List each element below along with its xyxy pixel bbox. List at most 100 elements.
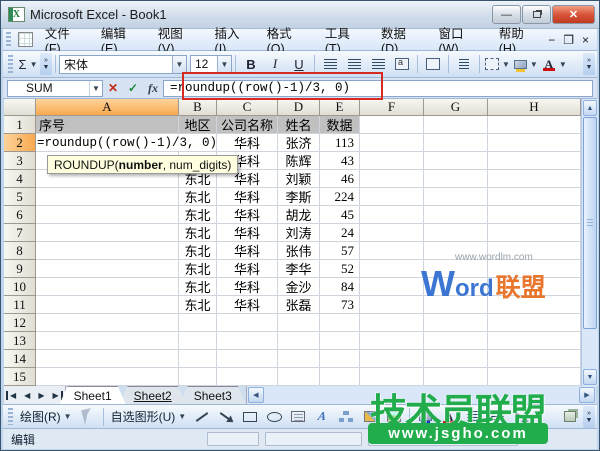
cell-G6[interactable] bbox=[424, 206, 488, 224]
cell-F8[interactable] bbox=[360, 242, 424, 260]
toolbar-options-button[interactable]: »▼ bbox=[583, 406, 595, 428]
column-header-B[interactable]: B bbox=[179, 99, 217, 116]
vertical-scrollbar[interactable]: ▲ ▼ bbox=[581, 99, 598, 386]
line-button[interactable] bbox=[191, 407, 213, 427]
align-right-button[interactable] bbox=[367, 54, 389, 74]
font-size-combo[interactable]: 12 ▼ bbox=[190, 55, 232, 74]
cell-F12[interactable] bbox=[360, 314, 424, 332]
cell-F5[interactable] bbox=[360, 188, 424, 206]
align-center-button[interactable] bbox=[343, 54, 365, 74]
cell-D4[interactable]: 刘颖 bbox=[278, 170, 320, 188]
sheet-tab-sheet1[interactable]: Sheet1 bbox=[60, 386, 126, 404]
row-header-3[interactable]: 3 bbox=[4, 152, 36, 170]
toolbar-options-button[interactable]: »▼ bbox=[583, 53, 595, 75]
cell-B15[interactable] bbox=[179, 368, 217, 386]
cell-B11[interactable]: 东北 bbox=[179, 296, 217, 314]
cancel-button[interactable]: ✕ bbox=[103, 80, 123, 97]
workbook-icon[interactable] bbox=[18, 32, 33, 47]
font-name-combo[interactable]: 宋体 ▼ bbox=[59, 55, 187, 74]
chevron-down-icon[interactable]: ▼ bbox=[217, 56, 231, 73]
cell-F7[interactable] bbox=[360, 224, 424, 242]
doc-minimize-button[interactable]: − bbox=[548, 33, 555, 47]
cell-E13[interactable] bbox=[320, 332, 360, 350]
cell-E7[interactable]: 24 bbox=[320, 224, 360, 242]
borders-button[interactable]: ▼ bbox=[484, 54, 511, 74]
align-left-button[interactable] bbox=[319, 54, 341, 74]
chevron-down-icon[interactable]: ▼ bbox=[530, 60, 538, 69]
cell-C12[interactable] bbox=[217, 314, 278, 332]
cell-D10[interactable]: 金沙 bbox=[278, 278, 320, 296]
cell-G1[interactable] bbox=[424, 116, 488, 134]
cell-H4[interactable] bbox=[488, 170, 581, 188]
cell-G13[interactable] bbox=[424, 332, 488, 350]
row-header-6[interactable]: 6 bbox=[4, 206, 36, 224]
cell-H1[interactable] bbox=[488, 116, 581, 134]
underline-button[interactable]: U bbox=[288, 54, 310, 74]
cell-E4[interactable]: 46 bbox=[320, 170, 360, 188]
row-header-12[interactable]: 12 bbox=[4, 314, 36, 332]
cell-F9[interactable] bbox=[360, 260, 424, 278]
row-header-13[interactable]: 13 bbox=[4, 332, 36, 350]
cell-B6[interactable]: 东北 bbox=[179, 206, 217, 224]
row-header-10[interactable]: 10 bbox=[4, 278, 36, 296]
cell-F2[interactable] bbox=[360, 134, 424, 152]
cell-D6[interactable]: 胡龙 bbox=[278, 206, 320, 224]
column-header-E[interactable]: E bbox=[320, 99, 360, 116]
prev-sheet-button[interactable]: ◀ bbox=[20, 391, 34, 400]
cell-G7[interactable] bbox=[424, 224, 488, 242]
cell-B10[interactable]: 东北 bbox=[179, 278, 217, 296]
first-sheet-button[interactable]: ◀ bbox=[6, 391, 20, 400]
autosum-button[interactable]: Σ ▼ bbox=[17, 54, 39, 74]
cell-D13[interactable] bbox=[278, 332, 320, 350]
column-header-C[interactable]: C bbox=[217, 99, 278, 116]
cell-H3[interactable] bbox=[488, 152, 581, 170]
merge-center-button[interactable] bbox=[391, 54, 413, 74]
cell-C10[interactable]: 华科 bbox=[217, 278, 278, 296]
cell-E6[interactable]: 45 bbox=[320, 206, 360, 224]
cell-E9[interactable]: 52 bbox=[320, 260, 360, 278]
doc-close-button[interactable]: × bbox=[582, 33, 589, 47]
cell-A14[interactable] bbox=[36, 350, 179, 368]
wordart-button[interactable]: A bbox=[311, 407, 333, 427]
row-header-2[interactable]: 2 bbox=[4, 134, 36, 152]
cell-C9[interactable]: 华科 bbox=[217, 260, 278, 278]
oval-button[interactable] bbox=[263, 407, 285, 427]
doc-restore-button[interactable]: ❐ bbox=[563, 33, 574, 47]
cell-H12[interactable] bbox=[488, 314, 581, 332]
row-header-8[interactable]: 8 bbox=[4, 242, 36, 260]
column-header-H[interactable]: H bbox=[488, 99, 581, 116]
cell-A10[interactable] bbox=[36, 278, 179, 296]
cell-F14[interactable] bbox=[360, 350, 424, 368]
next-sheet-button[interactable]: ▶ bbox=[34, 391, 48, 400]
cell-A12[interactable] bbox=[36, 314, 179, 332]
autoshapes-menu-button[interactable]: 自选图形(U)▼ bbox=[107, 408, 191, 425]
cell-B13[interactable] bbox=[179, 332, 217, 350]
cell-A8[interactable] bbox=[36, 242, 179, 260]
column-header-A[interactable]: A bbox=[36, 99, 179, 116]
text-box-button[interactable] bbox=[287, 407, 309, 427]
row-header-14[interactable]: 14 bbox=[4, 350, 36, 368]
cell-C1[interactable]: 公司名称 bbox=[217, 116, 278, 134]
cell-A1[interactable]: 序号 bbox=[36, 116, 179, 134]
cell-C15[interactable] bbox=[217, 368, 278, 386]
cell-G2[interactable] bbox=[424, 134, 488, 152]
toolbar-grip[interactable] bbox=[6, 32, 11, 47]
cell-E5[interactable]: 224 bbox=[320, 188, 360, 206]
increase-indent-button[interactable] bbox=[453, 54, 475, 74]
select-objects-button[interactable] bbox=[77, 407, 99, 427]
row-header-5[interactable]: 5 bbox=[4, 188, 36, 206]
draw-menu-button[interactable]: 绘图(R)▼ bbox=[16, 408, 76, 425]
toolbar-options-button[interactable]: »▼ bbox=[40, 53, 52, 75]
cell-B14[interactable] bbox=[179, 350, 217, 368]
arrow-button[interactable] bbox=[215, 407, 237, 427]
select-all-corner[interactable] bbox=[4, 99, 36, 116]
row-header-15[interactable]: 15 bbox=[4, 368, 36, 386]
cell-E2[interactable]: 113 bbox=[320, 134, 360, 152]
toolbar-grip[interactable] bbox=[8, 408, 13, 424]
cell-D9[interactable]: 李华 bbox=[278, 260, 320, 278]
cell-E3[interactable]: 43 bbox=[320, 152, 360, 170]
cell-E10[interactable]: 84 bbox=[320, 278, 360, 296]
cell-G3[interactable] bbox=[424, 152, 488, 170]
cell-B7[interactable]: 东北 bbox=[179, 224, 217, 242]
chevron-down-icon[interactable]: ▼ bbox=[502, 60, 510, 69]
